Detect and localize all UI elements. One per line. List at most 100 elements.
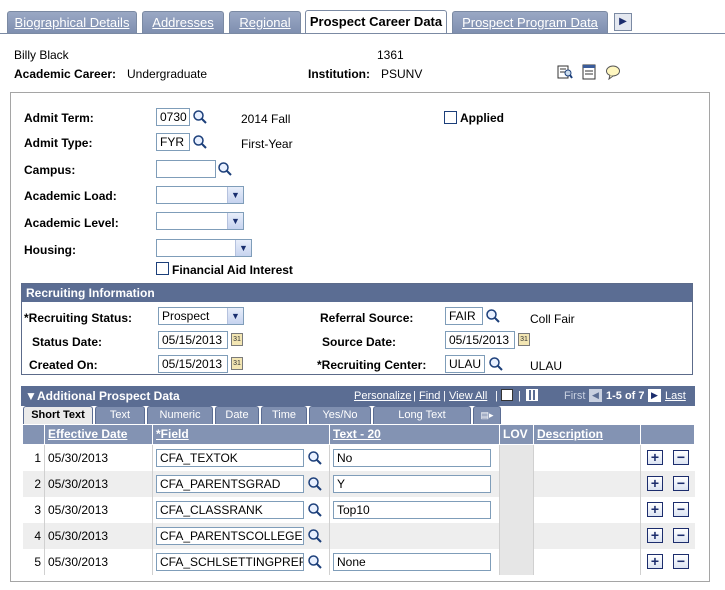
subtab-time[interactable]: Time <box>261 406 307 424</box>
description-cell <box>534 471 641 497</box>
subtab-date[interactable]: Date <box>215 406 259 424</box>
academic-level-select[interactable]: ▼ <box>156 212 244 230</box>
first-link[interactable]: First <box>564 386 585 406</box>
tab-prospect-career-data[interactable]: Prospect Career Data <box>305 10 447 34</box>
add-row-button[interactable]: + <box>647 528 663 543</box>
next-tab-arrow-icon[interactable]: ▶ <box>614 13 632 31</box>
table-row: 5 05/30/2013 CFA_SCHLSETTINGPREF None + … <box>23 549 695 575</box>
created-on-input[interactable]: 05/15/2013 <box>158 355 228 373</box>
download-icon[interactable] <box>501 389 513 401</box>
academic-career-value: Undergraduate <box>127 67 208 81</box>
last-link[interactable]: Last <box>665 386 686 406</box>
source-date-label: Source Date: <box>322 335 397 349</box>
field-input[interactable]: CFA_CLASSRANK <box>156 501 304 519</box>
delete-row-button[interactable]: − <box>673 554 689 569</box>
comment-icon[interactable] <box>605 64 621 80</box>
search-page-icon[interactable] <box>557 64 573 80</box>
admit-term-input[interactable]: 0730 <box>156 108 190 126</box>
academic-career-label: Academic Career: <box>14 67 117 81</box>
academic-load-select[interactable]: ▼ <box>156 186 244 204</box>
applied-checkbox[interactable] <box>444 111 457 124</box>
field-lookup-icon[interactable] <box>307 554 323 570</box>
text-input[interactable]: Top10 <box>333 501 491 519</box>
add-row-button[interactable]: + <box>647 476 663 491</box>
text-cell: Top10 <box>330 497 500 523</box>
tab-addresses[interactable]: Addresses <box>142 11 224 33</box>
referral-source-input[interactable]: FAIR <box>445 307 483 325</box>
view-all-link[interactable]: View All <box>449 386 487 406</box>
show-all-columns-icon[interactable]: ▤▸ <box>473 406 501 424</box>
field-cell: CFA_CLASSRANK <box>153 497 330 523</box>
admit-term-lookup-icon[interactable] <box>192 109 208 125</box>
tab-prospect-program-data[interactable]: Prospect Program Data <box>452 11 608 33</box>
financial-aid-checkbox[interactable] <box>156 262 169 275</box>
field-cell: CFA_PARENTSCOLLEGE <box>153 523 330 549</box>
status-date-input[interactable]: 05/15/2013 <box>158 331 228 349</box>
field-cell: CFA_TEXTOK <box>153 445 330 471</box>
field-input[interactable]: CFA_PARENTSGRAD <box>156 475 304 493</box>
text-input[interactable]: Y <box>333 475 491 493</box>
tab-regional[interactable]: Regional <box>229 11 301 33</box>
personalize-link[interactable]: Personalize <box>354 386 411 406</box>
source-date-input[interactable]: 05/15/2013 <box>445 331 515 349</box>
field-input[interactable]: CFA_PARENTSCOLLEGE <box>156 527 304 545</box>
column-header-description[interactable]: Description <box>534 425 641 444</box>
housing-select[interactable]: ▼ <box>156 239 252 257</box>
previous-arrow-icon[interactable]: ◀ <box>589 389 602 402</box>
add-row-button[interactable]: + <box>647 502 663 517</box>
field-cell: CFA_PARENTSGRAD <box>153 471 330 497</box>
find-link[interactable]: Find <box>419 386 440 406</box>
campus-label: Campus: <box>24 163 76 177</box>
field-lookup-icon[interactable] <box>307 502 323 518</box>
add-row-button[interactable]: + <box>647 554 663 569</box>
calendar-icon[interactable]: 31 <box>231 357 243 370</box>
add-row-button[interactable]: + <box>647 450 663 465</box>
campus-lookup-icon[interactable] <box>217 161 233 177</box>
row-number: 2 <box>23 471 45 497</box>
notepad-icon[interactable] <box>581 64 597 80</box>
collapse-arrow-icon[interactable]: ▼ <box>25 386 37 406</box>
calendar-icon[interactable]: 31 <box>231 333 243 346</box>
chevron-down-icon: ▼ <box>227 187 243 203</box>
calendar-icon[interactable]: 31 <box>518 333 530 346</box>
recruiting-center-input[interactable]: ULAU <box>445 355 485 373</box>
admit-type-input[interactable]: FYR <box>156 133 190 151</box>
subtab-text[interactable]: Text <box>95 406 145 424</box>
next-arrow-icon[interactable]: ▶ <box>648 389 661 402</box>
student-id: 1361 <box>377 48 404 62</box>
column-header-text-20[interactable]: Text - 20 <box>330 425 500 444</box>
delete-row-button[interactable]: − <box>673 450 689 465</box>
admit-type-lookup-icon[interactable] <box>192 134 208 150</box>
institution-value: PSUNV <box>381 67 423 81</box>
grid-view-icon[interactable] <box>526 389 538 401</box>
financial-aid-label: Financial Aid Interest <box>172 263 293 277</box>
column-header-effective-date[interactable]: Effective Date <box>45 425 153 444</box>
field-input[interactable]: CFA_TEXTOK <box>156 449 304 467</box>
field-cell: CFA_SCHLSETTINGPREF <box>153 549 330 575</box>
add-delete-header <box>641 425 695 444</box>
field-lookup-icon[interactable] <box>307 450 323 466</box>
tab-biographical-details[interactable]: Biographical Details <box>7 11 137 33</box>
delete-row-button[interactable]: − <box>673 502 689 517</box>
subtab-short-text[interactable]: Short Text <box>23 406 93 424</box>
column-header-field[interactable]: *Field <box>153 425 330 444</box>
text-cell: None <box>330 549 500 575</box>
description-cell <box>534 497 641 523</box>
subtab-long-text[interactable]: Long Text <box>373 406 471 424</box>
field-lookup-icon[interactable] <box>307 528 323 544</box>
text-input[interactable]: None <box>333 553 491 571</box>
admit-type-description: First-Year <box>241 137 293 151</box>
subtab-yes-no[interactable]: Yes/No <box>309 406 371 424</box>
recruiting-center-lookup-icon[interactable] <box>488 356 504 372</box>
recruiting-status-select[interactable]: Prospect ▼ <box>158 307 244 325</box>
referral-source-description: Coll Fair <box>530 312 575 326</box>
text-input[interactable]: No <box>333 449 491 467</box>
referral-source-lookup-icon[interactable] <box>485 308 501 324</box>
delete-row-button[interactable]: − <box>673 528 689 543</box>
subtab-numeric[interactable]: Numeric <box>147 406 213 424</box>
field-lookup-icon[interactable] <box>307 476 323 492</box>
campus-input[interactable] <box>156 160 216 178</box>
delete-row-button[interactable]: − <box>673 476 689 491</box>
field-input[interactable]: CFA_SCHLSETTINGPREF <box>156 553 304 571</box>
effective-date-cell: 05/30/2013 <box>45 549 153 575</box>
